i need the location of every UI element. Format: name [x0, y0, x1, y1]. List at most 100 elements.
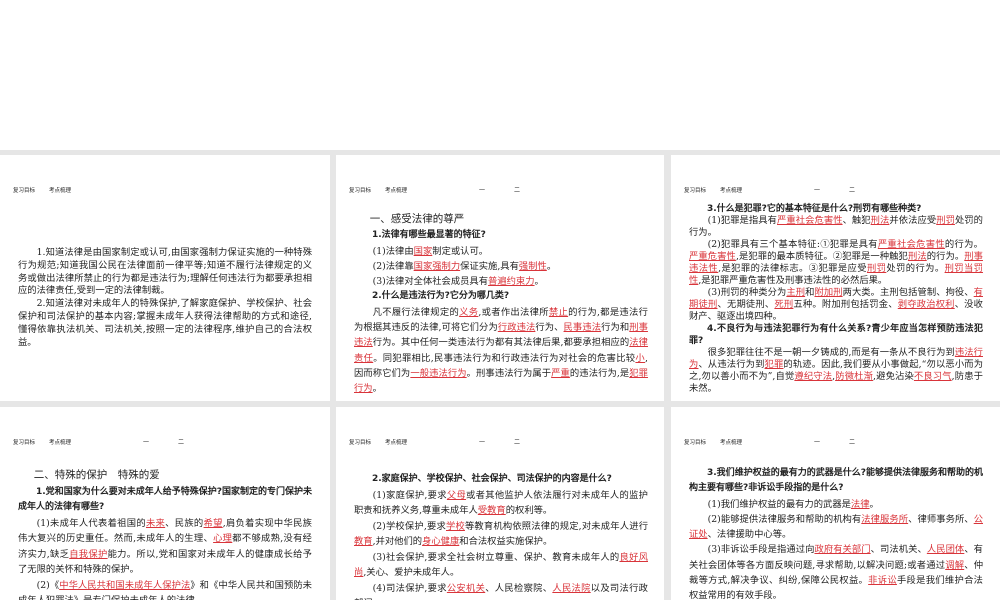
- answer-keyword: 国家强制力: [413, 260, 461, 272]
- answer-keyword: 一般违法行为: [410, 367, 467, 379]
- header-tab-key-points: 考点梳理: [720, 188, 743, 194]
- text-segment: (1)犯罪是指具有: [707, 215, 778, 226]
- heading: 一、感受法律的尊严: [354, 210, 648, 228]
- answer-keyword: 心理: [213, 533, 233, 544]
- answer-keyword: 国家: [413, 245, 433, 257]
- text-segment: 凡不履行法律规定的: [372, 306, 460, 318]
- text-segment: ,并对他们的: [372, 536, 423, 547]
- paragraph: 2.知道法律对未成年人的特殊保护,了解家庭保护、学校保护、社会保护和司法保护的基…: [18, 298, 312, 349]
- header-tab-key-points: 考点梳理: [720, 440, 743, 446]
- text-segment: ,是犯罪的法律标志。③犯罪是应受: [718, 263, 867, 274]
- text-segment: 和合法权益实施保护。: [459, 536, 553, 547]
- text-segment: 。: [534, 276, 544, 288]
- paragraph: (1)法律由国家制定或认可。: [354, 244, 648, 259]
- text-segment: 制定或认可。: [432, 245, 489, 257]
- text-segment: 、法律援助中心等。: [707, 529, 792, 541]
- heading: 3.我们维护权益的最有力的武器是什么?能够提供法律服务和帮助的机构主要有哪些?非…: [689, 466, 983, 497]
- text-segment: (2)学校保护,要求: [372, 520, 446, 532]
- nav-section-two: 二: [514, 187, 521, 194]
- text-segment: 的违法行为,是: [569, 367, 630, 379]
- answer-keyword: 主刑: [786, 287, 806, 298]
- text-segment: 保证实施,具有: [460, 260, 519, 272]
- answer-keyword: 自我保护: [69, 548, 108, 560]
- paragraph: (4)司法保护,要求公安机关、人民检察院、人民法院以及司法行政部门: [354, 581, 648, 600]
- slide-header-tabs: 复习目标 考点梳理: [684, 186, 756, 194]
- answer-keyword: 法律服务所: [861, 513, 909, 525]
- slide-thumbnail[interactable]: 复习目标 考点梳理 一 二 3.我们维护权益的最有力的武器是什么?能够提供法律服务和帮助…: [671, 407, 1000, 600]
- answer-keyword: 民事违法: [563, 322, 602, 334]
- answer-keyword: 刑罚: [866, 263, 887, 274]
- answer-keyword: 教育: [354, 536, 373, 547]
- nav-section-one: 一: [479, 439, 486, 446]
- paragraph: 很多犯罪往往不是一朝一夕铸成的,而是有一条从不良行为到违法行为、从违法行为到犯罪…: [689, 347, 983, 395]
- paragraph: 凡不履行法律规定的义务,或者作出法律所禁止的行为,都是违法行为根据其违反的法律,…: [354, 305, 648, 397]
- answer-keyword: 学校: [445, 520, 465, 532]
- text-segment: (2)法律靠: [372, 260, 414, 272]
- text-segment: (1)法律由: [372, 245, 414, 257]
- header-tab-review-goals: 复习目标: [13, 188, 36, 194]
- paragraph: 1.知道法律是由国家制定或认可,由国家强制力保证实施的一种特殊行为规范;知道我国…: [18, 247, 312, 298]
- header-tab-review-goals: 复习目标: [349, 440, 372, 446]
- nav-section-one: 一: [479, 187, 486, 194]
- paragraph: (1)家庭保护,要求父母或者其他监护人依法履行对未成年人的监护职责和抚养义务,尊…: [354, 488, 648, 519]
- answer-keyword: 人民法院: [552, 582, 591, 594]
- text-segment: 一、感受法律的尊严: [369, 213, 465, 225]
- text-segment: (2)犯罪具有三个基本特征:①犯罪是具有: [707, 239, 878, 250]
- text-segment: 3.我们维护权益的最有力的武器是什么?能够提供法律服务和帮助的机构主要有哪些?非…: [689, 468, 983, 494]
- answer-keyword: 未来: [145, 517, 166, 529]
- paragraph: (1)我们维护权益的最有力的武器是法律。: [689, 497, 983, 512]
- text-segment: (2)能够提供法律服务和帮助的机构有: [707, 513, 862, 525]
- nav-section-one: 一: [143, 439, 150, 446]
- text-segment: 。: [372, 383, 382, 395]
- answer-keyword: 法律: [850, 498, 870, 510]
- text-segment: 的权利等。: [505, 505, 553, 516]
- answer-keyword: 受教育: [477, 505, 506, 516]
- slide-thumbnail[interactable]: 复习目标 考点梳理 一 二二、特殊的保护 特殊的爱 1.党和国家为什么要对未成年人给予特…: [0, 407, 330, 600]
- text-segment: 五种。附加刑包括罚金、: [793, 299, 898, 310]
- slide-body: 二、特殊的保护 特殊的爱 1.党和国家为什么要对未成年人给予特殊保护?国家制定的专…: [18, 466, 312, 600]
- text-segment: 、民族的: [165, 517, 204, 529]
- header-tab-key-points: 考点梳理: [385, 440, 408, 446]
- text-segment: 1.党和国家为什么要对未成年人给予特殊保护?国家制定的专门保护未成年人的法律有哪…: [18, 486, 312, 513]
- answer-keyword: 普遍约束力: [488, 276, 535, 288]
- text-segment: 行为、: [535, 322, 564, 334]
- text-segment: 并依法应受: [889, 215, 937, 226]
- answer-keyword: 行政违法: [497, 322, 536, 334]
- slide-thumbnail[interactable]: 复习目标 考点梳理 1.知道法律是由国家制定或认可,由国家强制力保证实施的一种特殊行…: [0, 155, 330, 401]
- heading: 1.党和国家为什么要对未成年人给予特殊保护?国家制定的专门保护未成年人的法律有哪…: [18, 485, 312, 516]
- slide-thumbnail[interactable]: 复习目标 考点梳理 一 二一、感受法律的尊严 1.法律有哪些最显著的特征? (1)法律由国…: [336, 155, 664, 401]
- text-segment: 1.知道法律是由国家制定或认可,由国家强制力保证实施的一种特殊行为规范;知道我国…: [18, 247, 312, 297]
- answer-keyword: 严重社会危害性: [777, 215, 843, 226]
- slide-thumbnail[interactable]: 复习目标 考点梳理 一 二 2.家庭保护、学校保护、社会保护、司法保护的内容是什么? (1…: [336, 407, 664, 600]
- slide-thumbnail[interactable]: 复习目标 考点梳理 一 二 3.什么是犯罪?它的基本特征是什么?刑罚有哪些种类? (1)犯…: [671, 155, 1000, 401]
- answer-keyword: 防微杜渐: [835, 371, 874, 382]
- slide-body: 2.家庭保护、学校保护、社会保护、司法保护的内容是什么? (1)家庭保护,要求父母…: [354, 472, 648, 600]
- nav-section-two: 二: [849, 439, 856, 446]
- text-segment: (4)司法保护,要求: [372, 582, 447, 594]
- text-segment: ,是犯罪严重危害性及刑事违法性的必然后果。: [698, 275, 888, 286]
- heading: 2.什么是违法行为?它分为哪几类?: [354, 289, 648, 304]
- text-segment: 两大类。主刑包括管制、拘役、: [842, 287, 974, 298]
- paragraph: (1)犯罪是指具有严重社会危害性、触犯刑法并依法应受刑罚处罚的行为。: [689, 215, 983, 239]
- answer-keyword: 禁止: [548, 306, 569, 318]
- answer-keyword: 严重危害性: [689, 251, 736, 262]
- answer-keyword: 中华人民共和国未成年人保护法: [59, 579, 191, 591]
- paragraph: (2)法律靠国家强制力保证实施,具有强制性。: [354, 259, 648, 274]
- answer-keyword: 刑法: [907, 251, 927, 262]
- text-segment: 2.知道法律对未成年人的特殊保护,了解家庭保护、学校保护、社会保护和司法保护的基…: [18, 298, 312, 348]
- paragraph: (3)非诉讼手段是指通过向政府有关部门、司法机关、人民团体、有关社会团体等各方面…: [689, 542, 983, 600]
- header-tab-review-goals: 复习目标: [684, 188, 707, 194]
- paragraph: (3)刑罚的种类分为主刑和附加刑两大类。主刑包括管制、拘役、有期徒刑、无期徒刑、…: [689, 287, 983, 323]
- text-segment: 等教育机构依照法律的规定,对未成年人进行: [464, 520, 648, 532]
- paragraph: (3)社会保护,要求全社会树立尊重、保护、教育未成年人的良好风尚,关心、爱护未成…: [354, 550, 648, 581]
- answer-keyword: 死刑: [774, 299, 794, 310]
- heading: 4.不良行为与违法犯罪行为有什么关系?青少年应当怎样预防违法犯罪?: [689, 323, 983, 347]
- text-segment: 、律师事务所、: [908, 513, 974, 525]
- slide-header-tabs: 复习目标 考点梳理: [13, 438, 85, 446]
- answer-keyword: 犯罪: [764, 359, 784, 370]
- text-segment: 。同犯罪相比,民事违法行为和行政违法行为对社会的危害比较: [373, 352, 636, 364]
- text-segment: 、无期徒刑、: [717, 299, 775, 310]
- text-segment: 、从违法行为到: [698, 359, 765, 370]
- slide-sorter-grid: 复习目标 考点梳理 1.知道法律是由国家制定或认可,由国家强制力保证实施的一种特殊行…: [0, 150, 1000, 600]
- text-segment: ,是犯罪的最本质特征。②犯罪是一种触犯: [735, 251, 908, 262]
